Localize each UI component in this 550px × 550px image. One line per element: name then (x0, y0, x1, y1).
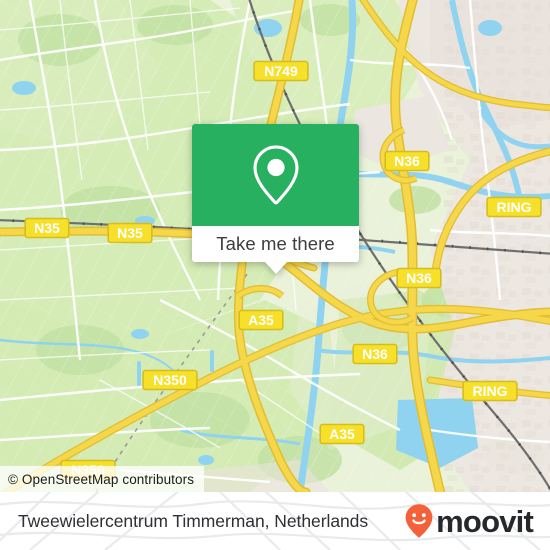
destination-callout[interactable]: Take me there (192, 124, 359, 274)
road-shield: A35 (238, 309, 284, 331)
map-share-card: N749N36RINGN35N35N36A35N36N350RINGA35N35… (0, 0, 550, 550)
road-shield: N36 (384, 150, 430, 172)
road-shield-label: N749 (264, 63, 298, 79)
road-shield-label: N36 (362, 346, 388, 362)
map-pin-icon (252, 145, 299, 205)
place-title: Tweewielercentrum Timmerman, Netherlands (18, 510, 369, 531)
road-shield: N35 (107, 222, 153, 244)
callout-action-panel[interactable]: Take me there (192, 226, 359, 274)
road-shield-label: N35 (117, 225, 143, 241)
road-shield-label: A35 (248, 312, 274, 328)
road-shield-label: N350 (153, 372, 187, 388)
callout-icon-panel (192, 124, 359, 226)
road-shield: A35 (319, 423, 365, 445)
road-shield-label: RING (497, 199, 532, 215)
road-shield-label: A35 (329, 426, 355, 442)
osm-attribution-text: © OpenStreetMap contributors (8, 471, 195, 487)
road-shield: N36 (352, 343, 398, 365)
road-shield: N350 (142, 369, 198, 391)
osm-attribution[interactable]: © OpenStreetMap contributors (0, 466, 205, 492)
take-me-there-label: Take me there (216, 232, 335, 254)
callout-pointer-tail (263, 261, 288, 274)
road-shield-label: N36 (394, 153, 420, 169)
road-shield: RING (462, 380, 518, 402)
road-shield-label: N35 (34, 220, 60, 236)
footer-bar: Tweewielercentrum Timmerman, Netherlands… (0, 492, 550, 550)
road-shield: N749 (253, 60, 309, 82)
road-shield: RING (486, 196, 542, 218)
road-shield-label: N36 (406, 270, 432, 286)
moovit-brand[interactable]: moovit (404, 503, 534, 539)
road-shield: N36 (396, 267, 442, 289)
moovit-pin-smile-icon (405, 504, 433, 538)
road-shield-label: RING (473, 383, 508, 399)
moovit-wordmark: moovit (436, 503, 534, 539)
road-shield: N35 (24, 217, 70, 239)
